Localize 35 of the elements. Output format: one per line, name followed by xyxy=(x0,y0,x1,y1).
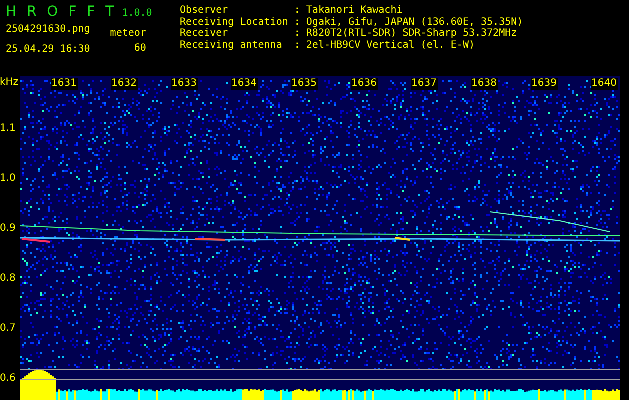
version-label: 1.0.0 xyxy=(122,8,152,19)
info-value: 2el-HB9CV Vertical (el. E-W) xyxy=(306,40,476,51)
info-label: Receiving Location xyxy=(180,16,288,28)
info-label: Receiver xyxy=(180,28,230,40)
info-value: Ogaki, Gifu, JAPAN (136.60E, 35.35N) xyxy=(306,16,524,28)
x-tick-label: 1632 xyxy=(110,78,138,90)
y-tick-label: 1.1 xyxy=(0,122,17,136)
datetime-label: 25.04.29 16:30 xyxy=(6,44,90,55)
x-tick-label: 1634 xyxy=(230,78,258,90)
info-separator: : xyxy=(294,28,300,40)
x-tick-label: 1636 xyxy=(350,78,378,90)
y-tick-label: 0.9 xyxy=(0,222,17,236)
x-tick-label: 1633 xyxy=(170,78,198,90)
x-tick-label: 1631 xyxy=(50,78,78,90)
axis-unit: kHz xyxy=(0,76,20,90)
info-value: Takanori Kawachi xyxy=(306,5,404,16)
info-value: R820T2(RTL-SDR) SDR-Sharp 53.372MHz xyxy=(306,28,518,40)
info-separator: : xyxy=(294,40,300,51)
y-tick-label: 1.0 xyxy=(0,172,17,186)
info-separator: : xyxy=(294,16,300,28)
mode-value: 60 xyxy=(134,43,146,54)
info-label: Receiving antenna xyxy=(180,40,284,51)
x-tick-label: 1639 xyxy=(530,78,558,90)
y-tick-label: 0.8 xyxy=(0,272,17,286)
app-name: H R O F F T xyxy=(6,4,114,20)
info-label: Observer xyxy=(180,5,230,16)
info-separator: : xyxy=(294,5,300,16)
x-tick-label: 1637 xyxy=(410,78,438,90)
filename-label: 2504291630.png xyxy=(6,24,90,35)
x-tick-label: 1640 xyxy=(590,78,618,90)
x-tick-label: 1638 xyxy=(470,78,498,90)
y-tick-label: 0.6 xyxy=(0,372,17,386)
mode-label: meteor xyxy=(110,28,146,39)
x-tick-label: 1635 xyxy=(290,78,318,90)
y-tick-label: 0.7 xyxy=(0,322,17,336)
